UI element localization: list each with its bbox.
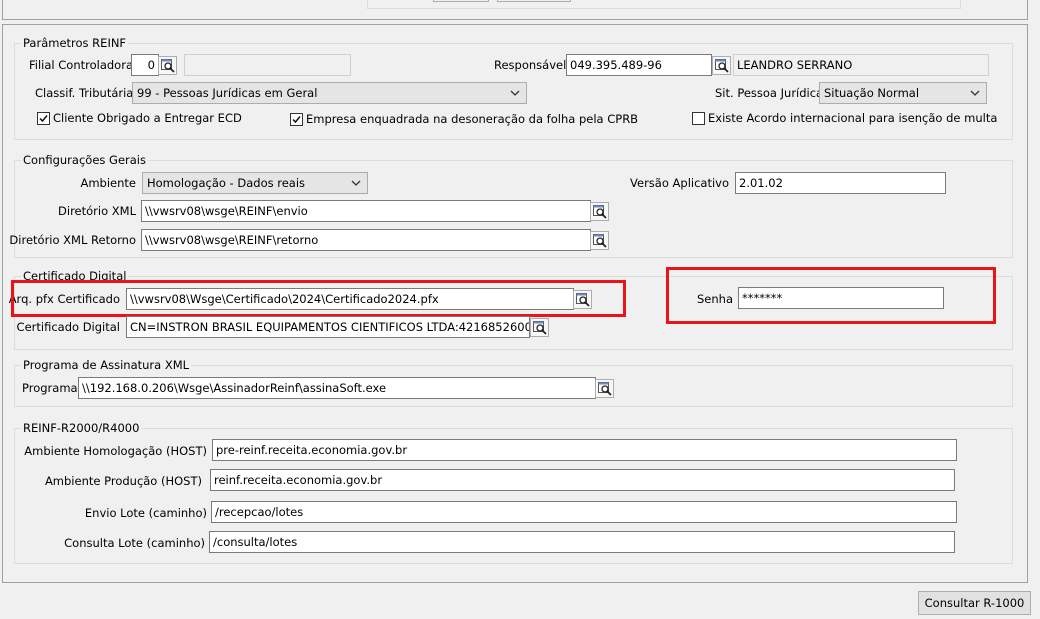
ambiente-value: Homologação - Dados reais — [147, 176, 306, 190]
group-title: Programa de Assinatura XML — [21, 358, 192, 372]
chk-ecd[interactable] — [37, 112, 50, 125]
top-panel-partial — [2, 0, 1028, 20]
filial-name-field — [184, 54, 351, 76]
responsavel-lookup-button[interactable] — [712, 56, 731, 75]
group-title: Configurações Gerais — [21, 153, 148, 167]
checkmark-icon — [39, 115, 48, 123]
checkmark-icon — [292, 116, 301, 124]
dir-ret-lookup-button[interactable] — [590, 231, 609, 250]
top-partial-field-2 — [433, 0, 489, 2]
chk-acordo-label: Existe Acordo internacional para isenção… — [708, 111, 998, 125]
consultar-r1000-button[interactable]: Consultar R-1000 — [918, 591, 1031, 615]
cert-lookup-button[interactable] — [530, 318, 549, 337]
filial-label: Filial Controladora — [29, 58, 133, 72]
consulta-label: Consulta Lote (caminho) — [64, 536, 205, 550]
chk-acordo[interactable] — [692, 112, 705, 125]
dir-xml-label: Diretório XML — [58, 204, 136, 218]
chk-ecd-label: Cliente Obrigado a Entregar ECD — [53, 111, 242, 125]
versao-input[interactable]: 2.01.02 — [735, 172, 946, 194]
homolog-label: Ambiente Homologação (HOST) — [24, 444, 207, 458]
group-title: REINF-R2000/R4000 — [21, 421, 142, 435]
programa-input[interactable]: \\192.168.0.206\Wsge\AssinadorReinf\assi… — [78, 377, 596, 399]
responsavel-name-field: LEANDRO SERRANO — [733, 54, 989, 76]
programa-label: Programa — [22, 381, 78, 395]
chevron-down-icon — [970, 90, 980, 96]
chk-desoneracao-label: Empresa enquadrada na desoneração da fol… — [306, 112, 639, 126]
filial-lookup-button[interactable] — [158, 56, 177, 75]
consulta-input[interactable]: /consulta/lotes — [209, 531, 955, 553]
sit-select[interactable]: Situação Normal — [819, 82, 987, 104]
producao-input[interactable]: reinf.receita.economia.gov.br — [210, 469, 955, 491]
search-window-icon — [593, 205, 607, 219]
responsavel-label: Responsável — [494, 58, 567, 72]
highlight-arq-pfx — [11, 280, 626, 317]
responsavel-input[interactable]: 049.395.489-96 — [566, 54, 712, 76]
programa-lookup-button[interactable] — [595, 379, 614, 398]
producao-label: Ambiente Produção (HOST) — [44, 474, 202, 488]
sit-value: Situação Normal — [824, 86, 920, 100]
ambiente-select[interactable]: Homologação - Dados reais — [142, 172, 368, 194]
highlight-senha — [666, 267, 996, 324]
classif-select[interactable]: 99 - Pessoas Jurídicas em Geral — [132, 82, 527, 104]
dir-ret-label: Diretório XML Retorno — [9, 233, 136, 247]
search-window-icon — [161, 59, 175, 73]
dir-ret-input[interactable]: \\vwsrv08\wsge\REINF\retorno — [141, 229, 591, 251]
search-window-icon — [715, 59, 729, 73]
classif-label: Classif. Tributária — [35, 86, 134, 100]
dir-xml-lookup-button[interactable] — [590, 202, 609, 221]
homolog-input[interactable]: pre-reinf.receita.economia.gov.br — [212, 439, 957, 461]
search-window-icon — [593, 234, 607, 248]
chevron-down-icon — [510, 90, 520, 96]
classif-value: 99 - Pessoas Jurídicas em Geral — [137, 86, 318, 100]
versao-label: Versão Aplicativo — [630, 176, 729, 190]
envio-label: Envio Lote (caminho) — [84, 506, 207, 520]
sit-label: Sit. Pessoa Jurídica — [715, 86, 824, 100]
envio-input[interactable]: /recepcao/lotes — [211, 501, 957, 523]
cert-label: Certificado Digital — [16, 320, 120, 334]
dir-xml-input[interactable]: \\vwsrv08\wsge\REINF\envio — [141, 200, 591, 222]
search-window-icon — [598, 382, 612, 396]
chk-desoneracao[interactable] — [290, 113, 303, 126]
ambiente-label: Ambiente — [80, 176, 136, 190]
cert-field: CN=INSTRON BRASIL EQUIPAMENTOS CIENTIFIC… — [126, 316, 530, 338]
group-title: Parâmetros REINF — [21, 36, 129, 50]
filial-input[interactable]: 0 — [131, 54, 159, 76]
search-window-icon — [533, 321, 547, 335]
chevron-down-icon — [351, 180, 361, 186]
top-partial-field-3 — [497, 0, 571, 2]
